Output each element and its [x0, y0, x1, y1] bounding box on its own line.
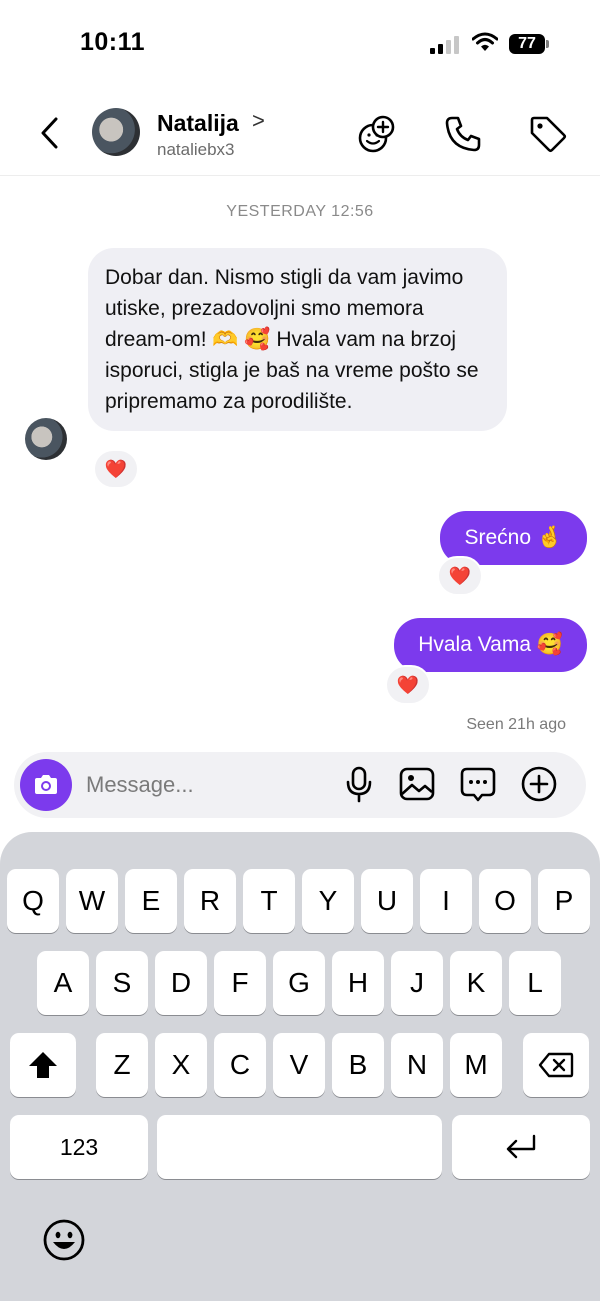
delete-key[interactable]	[523, 1033, 589, 1097]
image-icon[interactable]	[398, 765, 436, 803]
chevron-right-icon[interactable]: >	[252, 108, 265, 134]
tag-icon[interactable]	[528, 114, 568, 154]
key-t[interactable]: T	[243, 869, 295, 933]
key-r[interactable]: R	[184, 869, 236, 933]
battery-tip	[546, 40, 549, 48]
group-add-icon[interactable]	[357, 114, 397, 154]
seen-status: Seen 21h ago	[466, 716, 566, 733]
key-m[interactable]: M	[450, 1033, 502, 1097]
key-k[interactable]: K	[450, 951, 502, 1015]
key-x[interactable]: X	[155, 1033, 207, 1097]
date-separator: YESTERDAY 12:56	[226, 203, 374, 220]
key-l[interactable]: L	[509, 951, 561, 1015]
key-e[interactable]: E	[125, 869, 177, 933]
contact-handle[interactable]: nataliebx3	[157, 140, 235, 160]
emoji-icon[interactable]	[42, 1218, 86, 1262]
sender-avatar[interactable]	[25, 418, 67, 460]
incoming-message-bubble[interactable]: Dobar dan. Nismo stigli da vam javimo ut…	[88, 248, 507, 431]
key-i[interactable]: I	[420, 869, 472, 933]
camera-icon	[35, 775, 57, 794]
header-divider	[0, 175, 600, 176]
key-u[interactable]: U	[361, 869, 413, 933]
shift-key[interactable]	[10, 1033, 76, 1097]
plus-circle-icon[interactable]	[520, 765, 558, 803]
space-key[interactable]	[157, 1115, 442, 1179]
key-c[interactable]: C	[214, 1033, 266, 1097]
key-q[interactable]: Q	[7, 869, 59, 933]
contact-name[interactable]: Natalija	[157, 110, 239, 137]
key-d[interactable]: D	[155, 951, 207, 1015]
key-a[interactable]: A	[37, 951, 89, 1015]
key-b[interactable]: B	[332, 1033, 384, 1097]
key-p[interactable]: P	[538, 869, 590, 933]
key-g[interactable]: G	[273, 951, 325, 1015]
key-j[interactable]: J	[391, 951, 443, 1015]
key-o[interactable]: O	[479, 869, 531, 933]
shift-icon	[29, 1052, 57, 1078]
return-key[interactable]	[452, 1115, 590, 1179]
message-input[interactable]	[86, 768, 326, 802]
phone-icon[interactable]	[443, 114, 483, 154]
delete-icon	[538, 1052, 574, 1078]
return-icon	[506, 1134, 536, 1159]
sticker-chat-icon[interactable]	[459, 765, 497, 803]
numbers-key[interactable]: 123	[10, 1115, 148, 1179]
heart-reaction[interactable]: ❤️	[385, 665, 431, 705]
key-h[interactable]: H	[332, 951, 384, 1015]
outgoing-message-bubble[interactable]: Hvala Vama 🥰	[394, 618, 587, 672]
key-f[interactable]: F	[214, 951, 266, 1015]
wifi-icon	[472, 32, 498, 51]
heart-reaction[interactable]: ❤️	[93, 449, 139, 489]
battery-indicator: 77	[509, 34, 545, 54]
contact-avatar[interactable]	[92, 108, 140, 156]
key-w[interactable]: W	[66, 869, 118, 933]
heart-reaction[interactable]: ❤️	[437, 556, 483, 596]
cell-signal-icon	[430, 34, 460, 54]
camera-button[interactable]	[20, 759, 72, 811]
status-time: 10:11	[80, 28, 146, 56]
key-v[interactable]: V	[273, 1033, 325, 1097]
microphone-icon[interactable]	[340, 765, 378, 803]
back-arrow-icon[interactable]	[36, 116, 66, 150]
key-z[interactable]: Z	[96, 1033, 148, 1097]
key-y[interactable]: Y	[302, 869, 354, 933]
key-n[interactable]: N	[391, 1033, 443, 1097]
key-s[interactable]: S	[96, 951, 148, 1015]
